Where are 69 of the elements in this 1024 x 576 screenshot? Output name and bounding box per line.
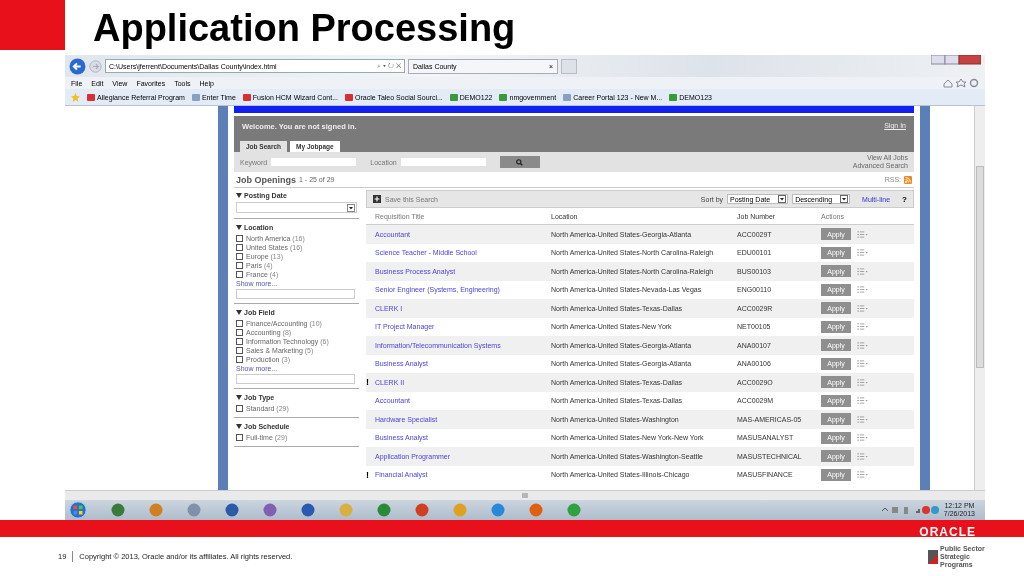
help-link[interactable]: ? [902, 194, 907, 204]
flag-mark: ! [366, 469, 369, 480]
list-menu-icon[interactable] [857, 378, 868, 386]
search-icon [516, 158, 524, 166]
app-icon[interactable] [490, 502, 506, 518]
app-icon[interactable] [376, 502, 392, 518]
checkbox[interactable] [236, 347, 243, 354]
collapse-triangle-icon[interactable] [236, 310, 242, 315]
collapse-triangle-icon[interactable] [236, 395, 242, 400]
corner-block [0, 0, 65, 50]
list-menu-icon[interactable] [857, 360, 868, 368]
add-icon[interactable] [373, 195, 381, 203]
checkbox[interactable] [236, 338, 243, 345]
app-icon[interactable] [566, 502, 582, 518]
checkbox[interactable] [236, 320, 243, 327]
list-menu-icon[interactable] [857, 434, 868, 442]
app-icon[interactable] [186, 502, 202, 518]
star-icon[interactable] [71, 92, 80, 102]
scrollbar[interactable] [974, 106, 985, 490]
brand-logo-text: ORACLE [919, 528, 976, 537]
checkbox[interactable] [236, 262, 243, 269]
checkbox[interactable] [236, 434, 243, 441]
list-menu-icon[interactable] [857, 249, 868, 257]
app-icon[interactable] [414, 502, 430, 518]
list-menu-icon[interactable] [857, 341, 868, 349]
collapse-triangle-icon[interactable] [236, 225, 242, 230]
section-title: Job Openings [236, 174, 296, 185]
app-icon[interactable] [110, 502, 126, 518]
keyword-field[interactable] [271, 158, 357, 166]
app-icon[interactable] [528, 502, 544, 518]
badge-mark-icon [928, 549, 938, 564]
slide-title: Application Processing [93, 6, 516, 51]
checkbox[interactable] [236, 356, 243, 363]
list-menu-icon[interactable] [857, 452, 868, 460]
app-icon[interactable] [300, 502, 316, 518]
filter-input-field[interactable] [236, 374, 355, 384]
filter-input-field[interactable] [236, 289, 355, 299]
dropdown-arrow-icon[interactable] [778, 195, 787, 203]
list-menu-icon[interactable] [857, 267, 868, 275]
rss-icon[interactable] [904, 175, 912, 184]
list-menu-icon[interactable] [857, 471, 868, 479]
checkbox[interactable] [236, 253, 243, 260]
list-menu-icon[interactable] [857, 304, 868, 312]
dropdown-arrow-icon[interactable] [347, 203, 355, 212]
checkbox[interactable] [236, 405, 243, 412]
flag-mark: ! [366, 377, 369, 388]
start-button[interactable] [69, 501, 87, 519]
app-icon[interactable] [224, 502, 240, 518]
checkbox[interactable] [236, 271, 243, 278]
app-icon[interactable] [148, 502, 164, 518]
list-menu-icon[interactable] [857, 415, 868, 423]
app-icon[interactable] [262, 502, 278, 518]
search-button[interactable] [499, 156, 540, 168]
back-button[interactable] [69, 57, 86, 75]
checkbox[interactable] [236, 235, 243, 242]
checkbox[interactable] [236, 329, 243, 336]
list-menu-icon[interactable] [857, 397, 868, 405]
new-tab-button[interactable] [561, 58, 577, 74]
location-field[interactable] [400, 158, 486, 166]
collapse-triangle-icon[interactable] [236, 424, 242, 429]
list-menu-icon[interactable] [857, 230, 868, 238]
system-tray-icons[interactable] [879, 505, 940, 515]
forward-button[interactable] [89, 59, 102, 73]
dropdown-arrow-icon[interactable] [840, 195, 849, 203]
window-controls-icon[interactable] [931, 55, 981, 65]
list-menu-icon[interactable] [857, 286, 868, 294]
checkbox[interactable] [236, 244, 243, 251]
list-menu-icon[interactable] [857, 323, 868, 331]
collapse-triangle-icon[interactable] [236, 193, 242, 198]
